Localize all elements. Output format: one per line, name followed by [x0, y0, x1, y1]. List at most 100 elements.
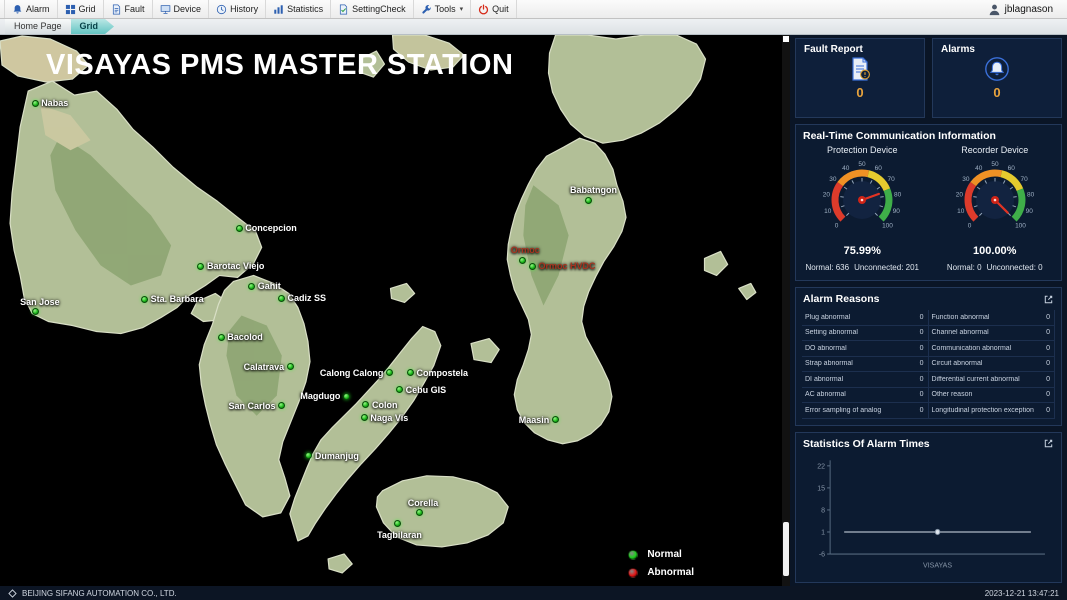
station-label: Cadiz SS [288, 293, 327, 303]
map-panel[interactable]: VISAYAS PMS MASTER STATION NabasConcepci… [0, 35, 782, 586]
gauge-dial: 0102030405060708090100 [810, 156, 914, 249]
reason-count: 0 [910, 345, 928, 352]
alarm-button-label: Alarm [26, 4, 50, 14]
svg-text:80: 80 [1027, 191, 1035, 198]
top-toolbar: Alarm Grid Fault Device History Statistics Set… [0, 0, 1067, 19]
station-label: Gahit [258, 281, 281, 291]
reason-row-setting-abnormal: Setting abnormal0 [802, 326, 928, 342]
grid-icon [65, 4, 76, 15]
alarm-statistics-title: Statistics Of Alarm Times [803, 438, 930, 450]
gauge-protection-device: Protection Device01020304050607080901007… [796, 145, 929, 278]
island-siquijor [328, 554, 352, 573]
sifang-logo-icon [8, 589, 17, 598]
reason-row-other-reason: Other reason0 [929, 388, 1055, 404]
reason-row-longitudinal-protection-exception: Longitudinal protection exception0 [929, 403, 1055, 419]
alarm-bell-icon [984, 56, 1010, 83]
alarm-reasons-column: Plug abnormal0Setting abnormal0DO abnorm… [802, 310, 929, 419]
svg-text:10: 10 [957, 208, 965, 215]
station-label: Nabas [41, 98, 68, 108]
quit-button[interactable]: Quit [471, 0, 517, 18]
scrollbar-top-button[interactable] [783, 36, 789, 42]
reason-label: Other reason [929, 391, 1037, 398]
realtime-communication-title: Real-Time Communication Information [803, 130, 996, 142]
svg-text:10: 10 [824, 208, 832, 215]
fault-button[interactable]: Fault [104, 0, 153, 18]
gauge-normal-count: Normal: 636 [805, 263, 849, 272]
station-label: Concepcion [245, 223, 297, 233]
grid-button-label: Grid [79, 4, 96, 14]
grid-button[interactable]: Grid [58, 0, 104, 18]
fault-report-title: Fault Report [796, 39, 863, 55]
gauge-value: 75.99% [844, 245, 881, 257]
station-label: Compostela [417, 368, 469, 378]
reason-label: Error sampling of analog [802, 407, 910, 414]
reason-row-circuit-abnormal: Circuit abnormal0 [929, 357, 1055, 373]
reason-count: 0 [910, 329, 928, 336]
device-button[interactable]: Device [153, 0, 210, 18]
status-dot-normal [218, 334, 225, 341]
svg-text:8: 8 [821, 505, 825, 514]
company-name: BEIJING SIFANG AUTOMATION CO., LTD. [22, 589, 177, 598]
map-scrollbar[interactable] [782, 35, 790, 586]
svg-text:30: 30 [830, 176, 838, 183]
station-label: Calong Calong [320, 368, 384, 378]
status-dot-normal [394, 520, 401, 527]
username-label: jblagnason [1005, 4, 1053, 15]
alarm-reasons-panel: Alarm Reasons Plug abnormal0Setting abno… [795, 287, 1062, 426]
settingcheck-button[interactable]: SettingCheck [331, 0, 414, 18]
alarm-button[interactable]: Alarm [4, 0, 58, 18]
status-dot-normal [343, 393, 350, 400]
alarm-reasons-expand-icon[interactable] [1042, 293, 1054, 305]
station-label: Cebu GIS [406, 385, 447, 395]
alarm-reasons-column: Function abnormal0Channel abnormal0Commu… [929, 310, 1056, 419]
reason-count: 0 [910, 360, 928, 367]
reason-count: 0 [1036, 314, 1054, 321]
fault-report-icon [847, 56, 873, 83]
svg-text:30: 30 [962, 176, 970, 183]
tab-grid[interactable]: Grid [71, 19, 115, 34]
device-button-label: Device [174, 4, 202, 14]
status-bar: BEIJING SIFANG AUTOMATION CO., LTD. 2023… [0, 586, 1067, 600]
reason-label: Channel abnormal [929, 329, 1037, 336]
svg-text:40: 40 [842, 165, 850, 172]
svg-text:22: 22 [817, 461, 825, 470]
settingcheck-icon [338, 4, 349, 15]
tab-home-page[interactable]: Home Page [5, 19, 78, 34]
reason-count: 0 [910, 376, 928, 383]
reason-label: Longitudinal protection exception [929, 407, 1037, 414]
station-label: Colon [372, 400, 398, 410]
svg-text:15: 15 [817, 483, 825, 492]
dropdown-caret-icon: ▾ [460, 5, 464, 13]
alarm-statistics-expand-icon[interactable] [1042, 438, 1054, 450]
tab-bar: Home PageGrid [0, 19, 1067, 35]
right-sidebar: Fault Report 0 Alarms 0 Real-Time Commun… [790, 35, 1067, 586]
gauge-unconnected-count: Unconnected: 201 [854, 263, 919, 272]
status-dot-normal [519, 257, 526, 264]
station-label: Ormoc HVDC [539, 261, 596, 271]
map-legend: NormalAbnormal [628, 542, 694, 578]
history-button[interactable]: History [209, 0, 266, 18]
statistics-button-label: Statistics [287, 4, 323, 14]
station-label: Maasin [519, 415, 550, 425]
alarms-card[interactable]: Alarms 0 [932, 38, 1062, 118]
gauge-title: Protection Device [827, 145, 898, 155]
svg-text:100: 100 [1015, 223, 1026, 230]
gauge-unconnected-count: Unconnected: 0 [987, 263, 1043, 272]
reason-label: Strap abnormal [802, 360, 910, 367]
statistics-button[interactable]: Statistics [266, 0, 331, 18]
tools-button[interactable]: Tools▾ [414, 0, 472, 18]
reason-row-differential-current-abnormal: Differential current abnormal0 [929, 372, 1055, 388]
status-dot-normal [552, 416, 559, 423]
reason-row-di-abnormal: DI abnormal0 [802, 372, 928, 388]
island-samar [549, 35, 706, 143]
alarm-reasons-title: Alarm Reasons [803, 293, 879, 305]
station-label: Naga Vis [370, 413, 408, 423]
legend-dot-icon [628, 550, 638, 560]
station-label: San Carlos [228, 401, 275, 411]
status-dot-normal [278, 295, 285, 302]
scrollbar-thumb[interactable] [783, 522, 789, 576]
user-menu[interactable]: jblagnason [988, 3, 1063, 16]
status-dot-normal [32, 100, 39, 107]
fault-report-card[interactable]: Fault Report 0 [795, 38, 925, 118]
realtime-communication-panel: Real-Time Communication Information Prot… [795, 124, 1062, 281]
